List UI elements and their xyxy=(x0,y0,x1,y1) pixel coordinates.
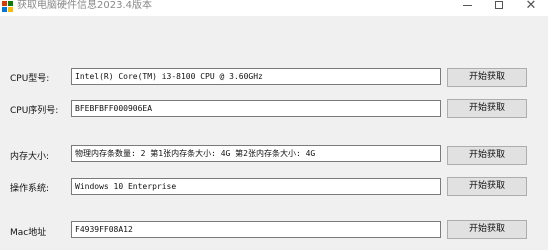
mac-address-label: Mac地址 xyxy=(10,228,47,238)
mac-address-field[interactable]: F4939FF08A12 xyxy=(71,221,441,238)
title-bar[interactable]: 获取电脑硬件信息2023.4版本 ✕ xyxy=(0,0,548,16)
app-icon xyxy=(2,1,13,12)
minimize-button[interactable] xyxy=(452,0,482,14)
maximize-icon xyxy=(495,1,503,9)
window-title: 获取电脑硬件信息2023.4版本 xyxy=(17,0,152,11)
get-memory-size-button[interactable]: 开始获取 xyxy=(447,146,527,165)
os-label: 操作系统: xyxy=(10,184,50,194)
get-os-button[interactable]: 开始获取 xyxy=(447,177,527,196)
get-mac-address-button[interactable]: 开始获取 xyxy=(447,220,527,239)
get-cpu-serial-button[interactable]: 开始获取 xyxy=(447,99,527,118)
main-window: 获取电脑硬件信息2023.4版本 ✕ CPU型号: Intel(R) Core(… xyxy=(0,0,548,250)
close-button[interactable]: ✕ xyxy=(516,0,546,14)
maximize-button[interactable] xyxy=(484,0,514,14)
memory-size-label: 内存大小: xyxy=(10,152,50,162)
cpu-serial-field[interactable]: BFEBFBFF000906EA xyxy=(71,100,441,117)
cpu-serial-label: CPU序列号: xyxy=(10,106,59,116)
close-icon: ✕ xyxy=(525,0,537,13)
get-cpu-model-button[interactable]: 开始获取 xyxy=(447,68,527,87)
cpu-model-label: CPU型号: xyxy=(10,74,50,84)
cpu-model-field[interactable]: Intel(R) Core(TM) i3-8100 CPU @ 3.60GHz xyxy=(71,68,441,85)
minimize-icon xyxy=(462,4,472,6)
os-field[interactable]: Windows 10 Enterprise xyxy=(71,178,441,195)
memory-size-field[interactable]: 物理内存条数量: 2 第1张内存条大小: 4G 第2张内存条大小: 4G xyxy=(71,145,441,162)
